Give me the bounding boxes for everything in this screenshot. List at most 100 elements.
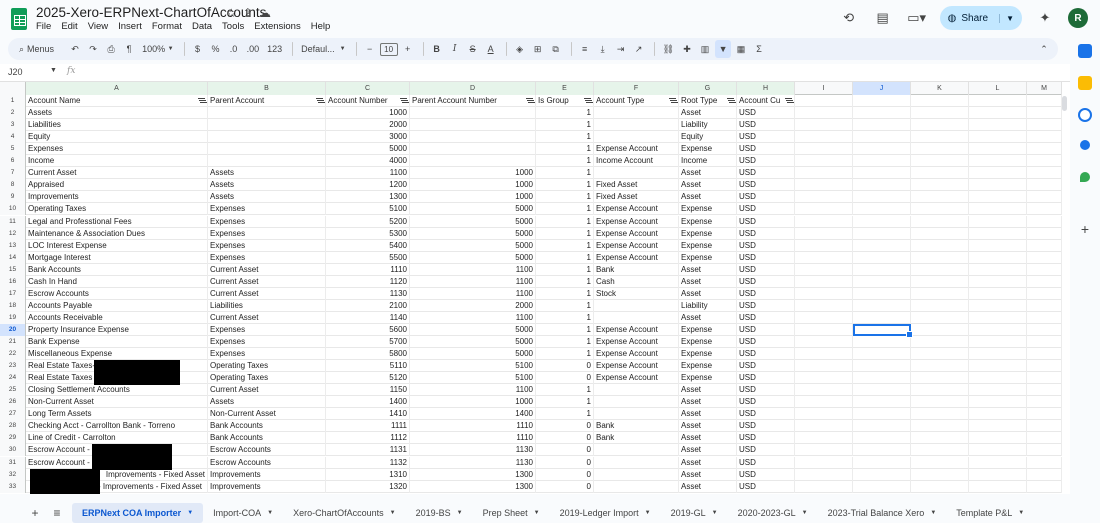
cell[interactable]: Improvements: [208, 480, 326, 493]
cell[interactable]: Equity: [26, 131, 208, 144]
cell[interactable]: 1: [536, 119, 594, 132]
print-icon[interactable]: ⎙: [103, 40, 119, 58]
cell[interactable]: Expense: [679, 143, 737, 156]
cell[interactable]: [969, 263, 1027, 276]
cell[interactable]: USD: [737, 215, 795, 228]
row-header[interactable]: 15: [0, 263, 26, 276]
cell[interactable]: [969, 119, 1027, 132]
undo-icon[interactable]: ↶: [67, 40, 83, 58]
chevron-down-icon[interactable]: ▼: [390, 510, 396, 516]
column-header-l[interactable]: L: [969, 82, 1027, 95]
cell[interactable]: Improvements: [26, 191, 208, 204]
decrease-decimal-button[interactable]: .0: [226, 40, 242, 58]
cell[interactable]: [795, 263, 853, 276]
cell[interactable]: [1027, 155, 1062, 168]
cell[interactable]: [911, 215, 969, 228]
cell[interactable]: Expense Account: [594, 323, 679, 336]
cell[interactable]: 1: [536, 239, 594, 252]
cell[interactable]: 0: [536, 480, 594, 493]
column-header-m[interactable]: M: [1027, 82, 1062, 95]
cell[interactable]: [911, 336, 969, 348]
cell[interactable]: [969, 299, 1027, 312]
cell[interactable]: [1027, 143, 1062, 156]
increase-decimal-button[interactable]: .00: [244, 40, 263, 58]
cell[interactable]: USD: [737, 263, 795, 276]
cell[interactable]: 5000: [410, 323, 536, 336]
column-header-e[interactable]: E: [536, 82, 594, 95]
cell[interactable]: 5600: [326, 323, 410, 336]
cell[interactable]: Accounts Payable: [26, 299, 208, 312]
cell[interactable]: [853, 456, 911, 469]
filter-dropdown-icon[interactable]: [669, 98, 676, 104]
cell[interactable]: 1410: [326, 408, 410, 421]
menu-insert[interactable]: Insert: [118, 21, 142, 32]
cell[interactable]: [969, 287, 1027, 300]
cell[interactable]: [911, 107, 969, 120]
cell[interactable]: Closing Settlement Accounts: [26, 384, 208, 397]
cell[interactable]: 5500: [326, 251, 410, 264]
cell[interactable]: 1: [536, 155, 594, 168]
column-header-g[interactable]: G: [679, 82, 737, 95]
cell[interactable]: [911, 239, 969, 252]
cell[interactable]: [853, 299, 911, 312]
cell[interactable]: [853, 372, 911, 385]
cell[interactable]: 5000: [410, 227, 536, 240]
cell[interactable]: [795, 420, 853, 433]
cell[interactable]: Miscellaneous Expense: [26, 348, 208, 361]
cell[interactable]: [594, 167, 679, 180]
cell[interactable]: 1130: [410, 444, 536, 457]
cell[interactable]: Asset: [679, 468, 737, 481]
cell[interactable]: Checking Acct - Carrollton Bank - Torren…: [26, 420, 208, 433]
cell[interactable]: [1027, 215, 1062, 228]
cell[interactable]: USD: [737, 203, 795, 216]
cell[interactable]: [594, 480, 679, 493]
cell[interactable]: Appraised: [26, 179, 208, 192]
column-header-k[interactable]: K: [911, 82, 969, 95]
cell[interactable]: Asset: [679, 396, 737, 409]
cell[interactable]: [969, 227, 1027, 240]
cell[interactable]: [795, 408, 853, 421]
cell[interactable]: [1027, 384, 1062, 397]
cell[interactable]: 0: [536, 372, 594, 385]
filter-views-icon[interactable]: ▦: [733, 40, 749, 58]
cell[interactable]: [795, 251, 853, 264]
share-dropdown-icon[interactable]: ▼: [999, 13, 1014, 23]
filter-dropdown-icon[interactable]: [785, 98, 792, 104]
cell[interactable]: Expense Account: [594, 239, 679, 252]
cell[interactable]: [853, 408, 911, 421]
row-header[interactable]: 14: [0, 251, 26, 264]
cell[interactable]: [795, 275, 853, 288]
sheet-tab[interactable]: Prep Sheet ▼: [473, 503, 550, 523]
gemini-icon[interactable]: ✦: [1034, 7, 1056, 29]
cell[interactable]: 1100: [410, 384, 536, 397]
cell[interactable]: Asset: [679, 432, 737, 445]
cell[interactable]: Expenses: [208, 348, 326, 361]
column-title-cell[interactable]: Parent Account: [208, 95, 326, 107]
cell[interactable]: 5000: [410, 336, 536, 348]
cell[interactable]: [911, 360, 969, 373]
cell[interactable]: USD: [737, 251, 795, 264]
cell[interactable]: [795, 227, 853, 240]
cell[interactable]: Operating Taxes: [26, 203, 208, 216]
cell[interactable]: Asset: [679, 275, 737, 288]
cell[interactable]: [911, 203, 969, 216]
column-header-a[interactable]: A: [26, 82, 208, 95]
cell[interactable]: 5700: [326, 336, 410, 348]
filter-dropdown-icon[interactable]: [526, 98, 533, 104]
cell[interactable]: Expenses: [208, 323, 326, 336]
filter-dropdown-icon[interactable]: [400, 98, 407, 104]
redo-icon[interactable]: ↷: [85, 40, 101, 58]
cell[interactable]: 1: [536, 215, 594, 228]
cell[interactable]: [853, 251, 911, 264]
row-header[interactable]: 5: [0, 143, 26, 156]
cell[interactable]: Expense: [679, 372, 737, 385]
cell[interactable]: [1027, 191, 1062, 204]
cell[interactable]: Line of Credit - Carrolton: [26, 432, 208, 445]
cell[interactable]: [969, 311, 1027, 324]
cell[interactable]: Stock: [594, 287, 679, 300]
cell[interactable]: [969, 275, 1027, 288]
cell[interactable]: Liabilities: [26, 119, 208, 132]
cell[interactable]: [1027, 456, 1062, 469]
cell[interactable]: [1027, 360, 1062, 373]
star-icon[interactable]: ☆: [226, 6, 237, 20]
